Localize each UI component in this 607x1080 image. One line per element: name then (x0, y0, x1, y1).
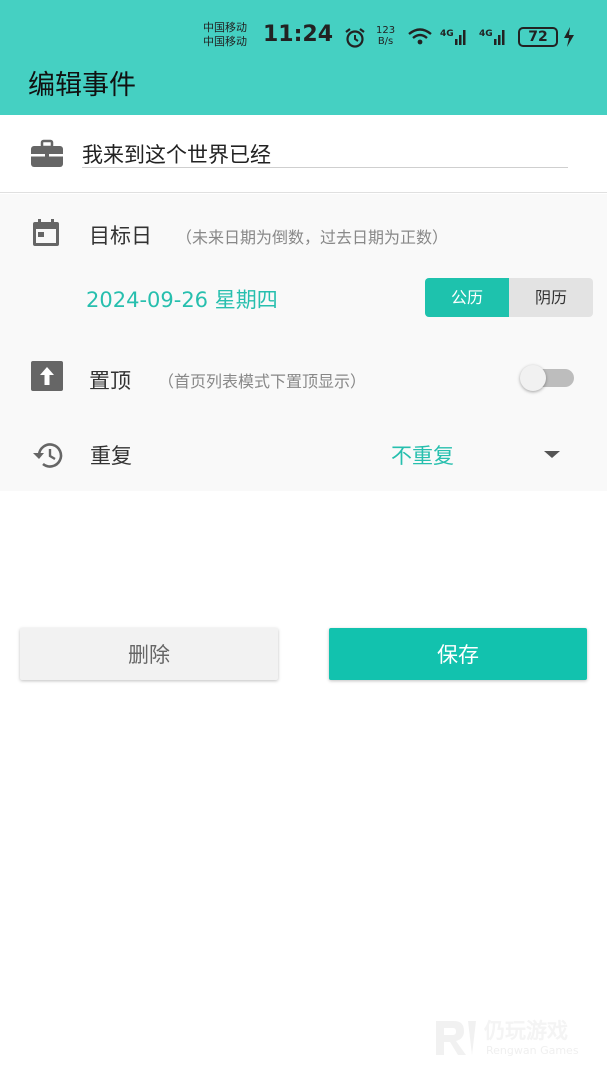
battery-indicator: 72 (518, 27, 558, 47)
chevron-down-icon[interactable] (544, 451, 560, 458)
save-button[interactable]: 保存 (329, 628, 587, 680)
clock: 11:24 (263, 22, 334, 47)
svg-text:4G: 4G (440, 29, 454, 39)
pin-top-hint: （首页列表模式下置顶显示） (158, 372, 367, 391)
history-icon (33, 443, 63, 468)
watermark-logo-icon (436, 1021, 476, 1055)
wifi-icon (408, 28, 432, 45)
pin-top-label: 置顶 (89, 369, 131, 393)
target-date-value[interactable]: 2024-09-26 星期四 (86, 284, 278, 314)
solar-calendar-option[interactable]: 公历 (425, 278, 509, 317)
delete-button[interactable]: 删除 (20, 628, 278, 680)
calendar-type-toggle: 公历 阴历 (425, 278, 593, 317)
watermark: 仍玩游戏 Rengwan Games (432, 1013, 592, 1063)
signal-icon: 4G (479, 29, 505, 45)
lunar-calendar-option[interactable]: 阴历 (509, 278, 593, 317)
pin-to-top-icon (31, 361, 63, 391)
carrier-2: 中国移动 (203, 35, 247, 48)
carrier-info: 中国移动 中国移动 (203, 21, 247, 49)
net-speed-unit: B/s (377, 36, 394, 47)
briefcase-icon (31, 139, 63, 167)
target-date-label: 目标日 (89, 224, 152, 248)
watermark-text: 仍玩游戏 (484, 1019, 568, 1043)
app-bar: 中国移动 中国移动 11:24 123 B/s 4G 4G 72 编辑事件 (0, 0, 607, 115)
repeat-select[interactable]: 不重复 (391, 440, 454, 470)
alarm-icon (345, 28, 365, 48)
switch-knob (520, 365, 546, 391)
net-speed: 123 B/s (376, 25, 395, 47)
target-date-hint: （未来日期为倒数，过去日期为正数） (176, 228, 449, 247)
page-title: 编辑事件 (28, 70, 136, 101)
repeat-label: 重复 (90, 444, 132, 468)
net-speed-value: 123 (376, 25, 396, 36)
calendar-icon (33, 219, 59, 246)
pin-top-switch[interactable] (520, 365, 575, 391)
watermark-subtext: Rengwan Games (486, 1044, 579, 1057)
event-name-input[interactable] (82, 140, 568, 168)
status-bar: 中国移动 中国移动 11:24 123 B/s 4G 4G 72 (0, 18, 607, 54)
charging-icon (564, 27, 574, 47)
svg-text:4G: 4G (479, 29, 493, 39)
signal-icon: 4G (440, 29, 466, 45)
carrier-1: 中国移动 (203, 21, 247, 34)
